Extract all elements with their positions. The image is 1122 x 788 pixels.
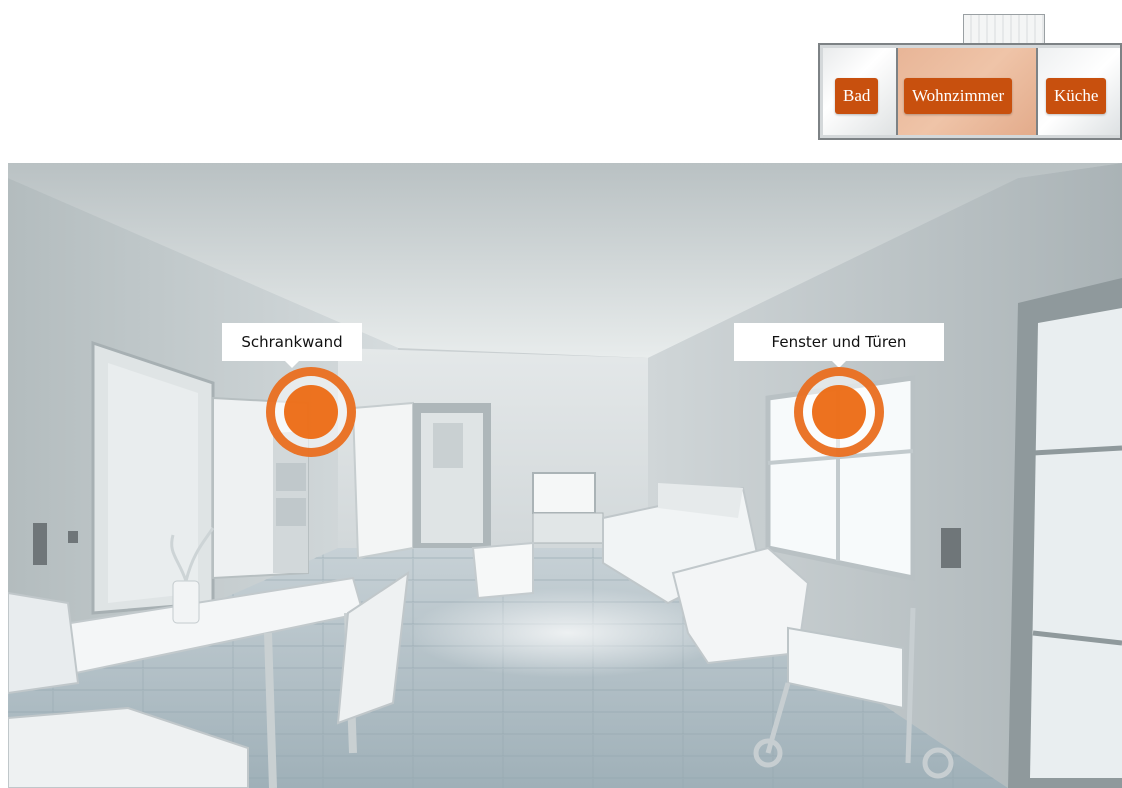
- hotspot-label-schrankwand: Schrankwand: [222, 323, 362, 368]
- hotspot-target-center: [812, 385, 866, 439]
- floorplan-hallway: [963, 14, 1045, 44]
- floorplan-body: Bad Wohnzimmer Küche: [818, 43, 1122, 140]
- hotspot-target-icon[interactable]: [266, 367, 356, 457]
- floorplan-room-bad[interactable]: Bad: [823, 48, 898, 135]
- hotspot-schrankwand[interactable]: Schrankwand: [220, 323, 400, 463]
- room-render-image: [8, 163, 1122, 788]
- floorplan-room-kueche[interactable]: Küche: [1038, 48, 1120, 135]
- hotspot-target-center: [284, 385, 338, 439]
- room-button-wohnzimmer[interactable]: Wohnzimmer: [904, 78, 1013, 114]
- floorplan-navigator: Bad Wohnzimmer Küche: [818, 14, 1122, 140]
- hotspot-label-fenster-und-tueren: Fenster und Türen: [734, 323, 944, 368]
- room-button-kueche[interactable]: Küche: [1046, 78, 1107, 114]
- room-button-bad[interactable]: Bad: [835, 78, 879, 114]
- floorplan-room-wohnzimmer[interactable]: Wohnzimmer: [898, 48, 1038, 135]
- room-scene: Schrankwand Fenster und Türen: [8, 163, 1122, 788]
- page: Bad Wohnzimmer Küche Schrankwand Fenster…: [0, 0, 1122, 788]
- hotspot-fenster-und-tueren[interactable]: Fenster und Türen: [734, 323, 954, 463]
- hotspot-target-icon[interactable]: [794, 367, 884, 457]
